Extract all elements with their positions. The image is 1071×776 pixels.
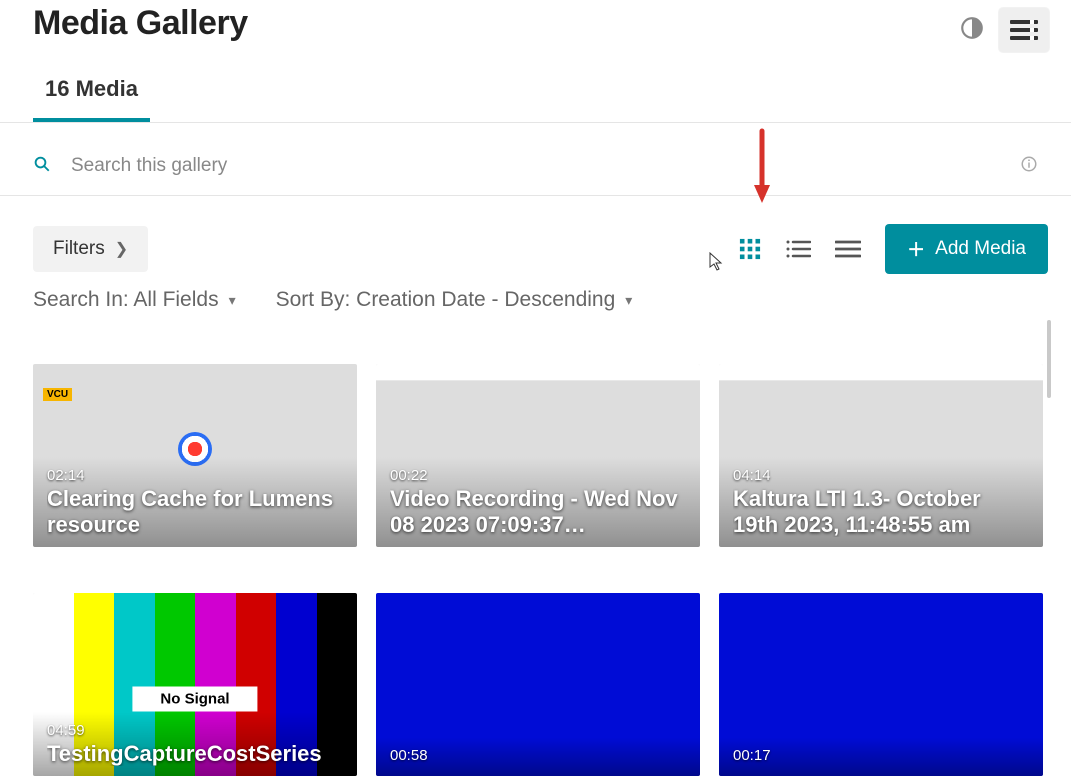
page-title: Media Gallery — [33, 4, 248, 43]
media-duration: 00:17 — [733, 747, 1029, 764]
plus-icon: ＋ — [907, 236, 925, 262]
media-card[interactable]: 00:22 Video Recording - Wed Nov 08 2023 … — [376, 364, 700, 547]
chevron-down-icon: ▾ — [229, 292, 236, 309]
media-duration: 04:59 — [47, 722, 343, 739]
media-duration: 04:14 — [733, 467, 1029, 484]
media-title: Video Recording - Wed Nov 08 2023 07:09:… — [390, 486, 686, 537]
media-card[interactable]: No Signal 04:59 TestingCaptureCostSeries — [33, 593, 357, 776]
add-media-button[interactable]: ＋ Add Media — [885, 224, 1048, 274]
media-duration: 02:14 — [47, 467, 343, 484]
media-title: Kaltura LTI 1.3- October 19th 2023, 11:4… — [733, 486, 1029, 537]
add-media-label: Add Media — [935, 238, 1026, 260]
media-title: TestingCaptureCostSeries — [47, 741, 343, 766]
sort-by-label: Sort By: Creation Date - Descending — [276, 288, 616, 312]
scrollbar-thumb[interactable] — [1047, 320, 1051, 398]
media-card[interactable]: 00:58 — [376, 593, 700, 776]
no-signal-label: No Signal — [132, 687, 257, 712]
media-title: Clearing Cache for Lumens resource — [47, 486, 343, 537]
media-gallery-grid: 02:14 Clearing Cache for Lumens resource… — [0, 364, 1071, 776]
filters-label: Filters — [53, 238, 105, 260]
filters-button[interactable]: Filters ❯ — [33, 226, 148, 272]
info-icon[interactable] — [1020, 155, 1038, 178]
contrast-icon[interactable] — [959, 15, 985, 46]
media-duration: 00:58 — [390, 747, 686, 764]
detailed-list-view-icon[interactable] — [785, 239, 811, 259]
search-in-dropdown[interactable]: Search In: All Fields ▾ — [33, 288, 236, 312]
search-in-label: Search In: All Fields — [33, 288, 219, 312]
search-input[interactable] — [71, 137, 1020, 195]
tab-media[interactable]: 16 Media — [33, 76, 150, 122]
search-icon — [33, 155, 51, 178]
grid-view-icon[interactable] — [739, 238, 761, 260]
media-duration: 00:22 — [390, 467, 686, 484]
media-card[interactable]: 00:17 — [719, 593, 1043, 776]
menu-toggle-button[interactable] — [999, 8, 1049, 52]
compact-list-view-icon[interactable] — [835, 240, 861, 258]
media-card[interactable]: 02:14 Clearing Cache for Lumens resource — [33, 364, 357, 547]
sort-by-dropdown[interactable]: Sort By: Creation Date - Descending ▾ — [276, 288, 633, 312]
chevron-right-icon: ❯ — [115, 239, 128, 259]
chevron-down-icon: ▾ — [625, 292, 632, 309]
media-card[interactable]: 04:14 Kaltura LTI 1.3- October 19th 2023… — [719, 364, 1043, 547]
